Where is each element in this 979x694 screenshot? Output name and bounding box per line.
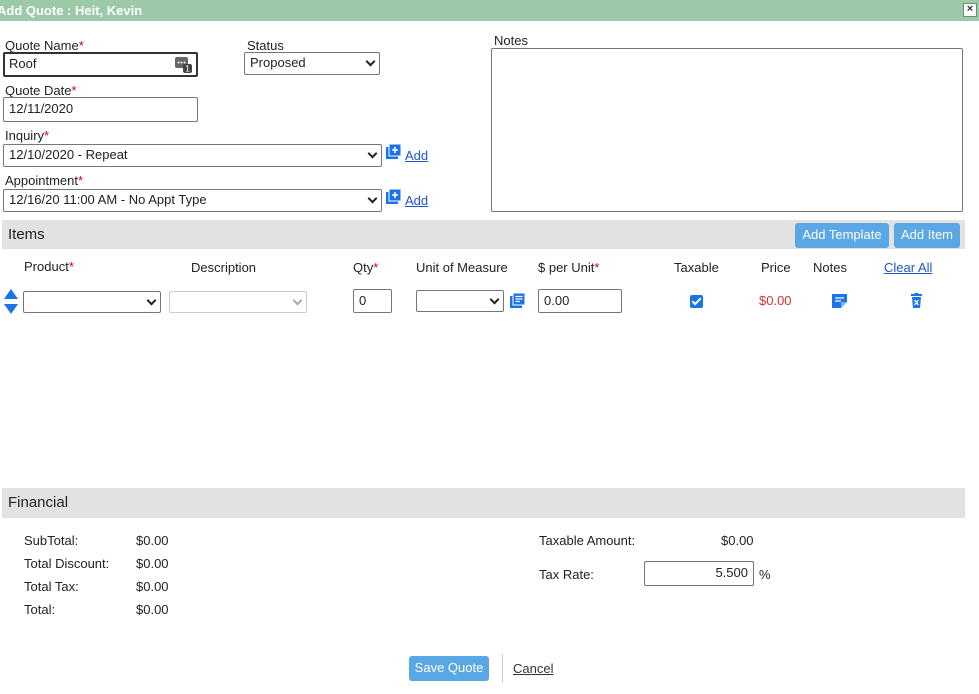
delete-row-icon[interactable] bbox=[911, 293, 922, 308]
inquiry-value: 12/10/2020 - Repeat bbox=[9, 147, 128, 162]
inquiry-label: Inquiry* bbox=[5, 128, 50, 143]
chevron-down-icon bbox=[365, 56, 376, 67]
col-per-unit: $ per Unit* bbox=[538, 260, 600, 275]
appointment-label: Appointment* bbox=[5, 173, 84, 188]
quote-date-label: Quote Date* bbox=[5, 83, 77, 98]
quote-name-input[interactable]: Roof 1 bbox=[3, 52, 198, 77]
title-bar: Add Quote : Heit, Kevin × bbox=[0, 0, 979, 21]
window-title: Add Quote : Heit, Kevin bbox=[0, 3, 143, 18]
inquiry-select[interactable]: 12/10/2020 - Repeat bbox=[3, 144, 382, 167]
add-appointment-icon[interactable] bbox=[386, 189, 401, 204]
reorder-arrows-icon[interactable] bbox=[3, 289, 19, 314]
status-label: Status bbox=[247, 38, 284, 53]
status-value: Proposed bbox=[250, 55, 306, 70]
chevron-down-icon bbox=[146, 295, 157, 306]
total-tax-label: Total Tax: bbox=[24, 579, 79, 594]
taxable-amount-label: Taxable Amount: bbox=[539, 533, 636, 548]
col-price: Price bbox=[761, 260, 791, 275]
total-label: Total: bbox=[24, 602, 56, 617]
footer-divider bbox=[502, 654, 503, 683]
col-taxable: Taxable bbox=[674, 260, 719, 275]
tax-rate-label: Tax Rate: bbox=[539, 567, 594, 582]
description-select[interactable] bbox=[169, 291, 307, 313]
financial-title: Financial bbox=[8, 494, 69, 511]
unit-of-measure-select[interactable] bbox=[416, 290, 504, 312]
per-unit-input[interactable]: 0.00 bbox=[538, 289, 622, 313]
chevron-down-icon bbox=[489, 294, 500, 305]
row-price: $0.00 bbox=[759, 293, 792, 308]
items-title: Items bbox=[8, 226, 45, 243]
qty-input[interactable]: 0 bbox=[353, 289, 392, 313]
col-notes: Notes bbox=[813, 260, 847, 275]
save-quote-button[interactable]: Save Quote bbox=[409, 656, 489, 681]
chevron-down-icon bbox=[367, 193, 378, 204]
cancel-link[interactable]: Cancel bbox=[513, 661, 553, 676]
quote-name-label: Quote Name* bbox=[5, 38, 84, 53]
chevron-down-icon bbox=[367, 148, 378, 159]
add-inquiry-icon[interactable] bbox=[386, 144, 401, 159]
taxable-checkbox[interactable] bbox=[690, 295, 703, 308]
unit-list-icon[interactable] bbox=[510, 293, 525, 308]
total-discount-value: $0.00 bbox=[136, 556, 169, 571]
product-select[interactable] bbox=[23, 291, 161, 313]
subtotal-value: $0.00 bbox=[136, 533, 169, 548]
total-tax-value: $0.00 bbox=[136, 579, 169, 594]
quote-date-input[interactable]: 12/11/2020 bbox=[3, 97, 198, 122]
add-template-button[interactable]: Add Template bbox=[795, 223, 889, 248]
quote-name-value: Roof bbox=[9, 56, 37, 71]
svg-text:1: 1 bbox=[185, 65, 190, 74]
tax-rate-input[interactable]: 5.500 bbox=[644, 561, 754, 586]
add-inquiry-link[interactable]: Add bbox=[405, 148, 428, 163]
col-unit-of-measure: Unit of Measure bbox=[416, 260, 508, 275]
taxable-amount-value: $0.00 bbox=[721, 533, 754, 548]
add-appointment-link[interactable]: Add bbox=[405, 193, 428, 208]
subtotal-label: SubTotal: bbox=[24, 533, 79, 548]
total-value: $0.00 bbox=[136, 602, 169, 617]
close-icon[interactable]: × bbox=[963, 3, 977, 17]
notes-label: Notes bbox=[494, 33, 528, 48]
appointment-value: 12/16/20 11:00 AM - No Appt Type bbox=[9, 192, 207, 207]
note-icon[interactable] bbox=[832, 294, 847, 308]
col-qty: Qty* bbox=[353, 260, 379, 275]
financial-section-header: Financial bbox=[2, 488, 965, 518]
clear-all-link[interactable]: Clear All bbox=[884, 260, 932, 275]
contact-card-icon[interactable]: 1 bbox=[175, 57, 192, 73]
percent-sign: % bbox=[759, 567, 771, 582]
col-description: Description bbox=[191, 260, 257, 275]
add-item-button[interactable]: Add Item bbox=[894, 223, 960, 248]
chevron-down-icon bbox=[292, 295, 303, 306]
appointment-select[interactable]: 12/16/20 11:00 AM - No Appt Type bbox=[3, 189, 382, 212]
col-product: Product* bbox=[24, 259, 74, 274]
total-discount-label: Total Discount: bbox=[24, 556, 110, 571]
status-select[interactable]: Proposed bbox=[244, 52, 380, 75]
notes-textarea[interactable] bbox=[491, 48, 963, 212]
